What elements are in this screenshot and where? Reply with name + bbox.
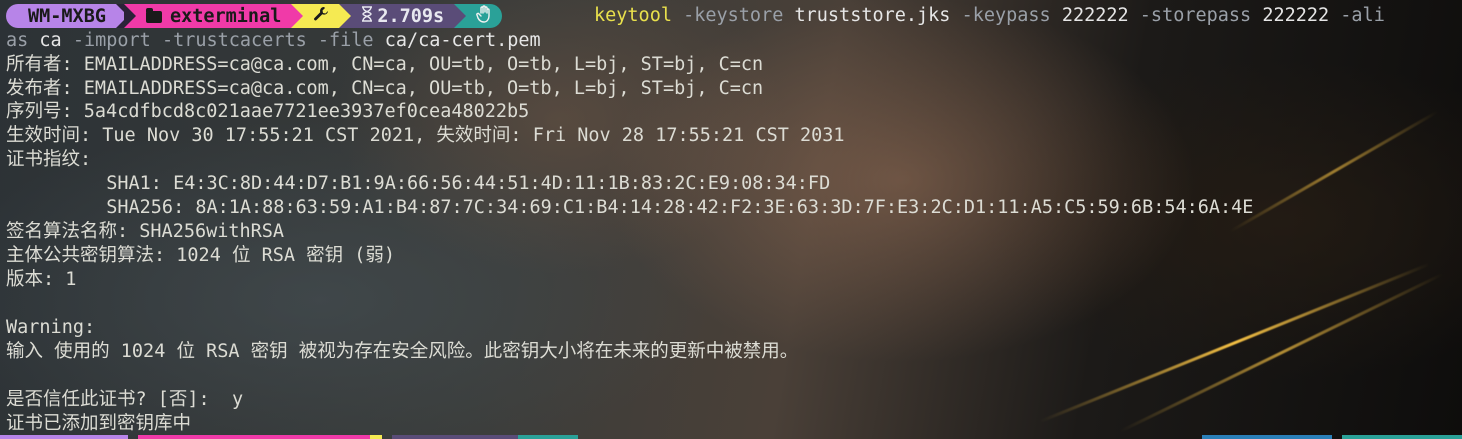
prompt-host-segment: WM-MXBG: [6, 4, 128, 28]
terminal-window[interactable]: WM-MXBG exterminal 2.709s keytool -keyst…: [6, 0, 1456, 439]
output-line-serial: 序列号: 5a4cdfbcd8c021aae7721ee3937ef0cea48…: [6, 101, 530, 122]
output-line-key-algorithm: 主体公共密钥算法: 1024 位 RSA 密钥 (弱): [6, 245, 396, 266]
output-line-trust-prompt: 是否信任此证书? [否]: y: [6, 389, 244, 410]
shell-prompt: WM-MXBG exterminal 2.709s: [6, 4, 503, 28]
output-line-result: 证书已添加到密钥库中: [6, 413, 192, 434]
command-arg: 222222: [1262, 5, 1330, 26]
output-line-warning-text: 输入 使用的 1024 位 RSA 密钥 被视为存在安全风险。此密钥大小将在未来…: [6, 341, 799, 362]
output-line-owner: 所有者: EMAILADDRESS=ca@ca.com, CN=ca, OU=t…: [6, 54, 764, 75]
command-flag: -ali: [1329, 5, 1385, 26]
directory-label: exterminal: [169, 5, 282, 27]
output-line-signature-algorithm: 签名算法名称: SHA256withRSA: [6, 221, 285, 242]
command-arg: ca: [28, 30, 62, 51]
command-arg: ca/ca-cert.pem: [384, 30, 541, 51]
hourglass-icon: [361, 5, 373, 27]
command-flag: as: [6, 30, 29, 51]
host-label: WM-MXBG: [28, 5, 106, 27]
command-flag: -storepass: [1128, 5, 1263, 26]
command-line-wrapped: as ca -import -trustcacerts -file ca/ca-…: [6, 29, 541, 52]
output-line-fingerprint-heading: 证书指纹:: [6, 149, 92, 170]
command-flag: -keystore: [671, 5, 795, 26]
output-line-version: 版本: 1: [6, 269, 77, 290]
prompt-duration-segment: 2.709s: [339, 4, 467, 28]
prompt-directory-segment: exterminal: [123, 4, 304, 28]
output-line-sha256: SHA256: 8A:1A:88:63:59:A1:B4:87:7C:34:69…: [6, 197, 1254, 218]
command-arg: 222222: [1061, 5, 1129, 26]
wrench-icon: [313, 6, 329, 27]
command-flag: -import -trustcacerts -file: [61, 30, 385, 51]
command-flag: -keypass: [950, 5, 1062, 26]
command-arg: truststore.jks: [794, 5, 951, 26]
output-line-warning-heading: Warning:: [6, 317, 96, 338]
duration-label: 2.709s: [377, 5, 445, 27]
output-line-sha1: SHA1: E4:3C:8D:44:D7:B1:9A:66:56:44:51:4…: [6, 173, 831, 194]
next-prompt-partial: [0, 435, 1462, 439]
folder-icon: [145, 8, 162, 23]
command-line: keytool -keystore truststore.jks -keypas…: [594, 4, 1385, 28]
command-program: keytool: [594, 5, 672, 26]
output-line-issuer: 发布者: EMAILADDRESS=ca@ca.com, CN=ca, OU=t…: [6, 78, 764, 99]
output-line-validity: 生效时间: Tue Nov 30 17:55:21 CST 2021, 失效时间…: [6, 125, 845, 146]
hand-icon: [476, 4, 492, 28]
